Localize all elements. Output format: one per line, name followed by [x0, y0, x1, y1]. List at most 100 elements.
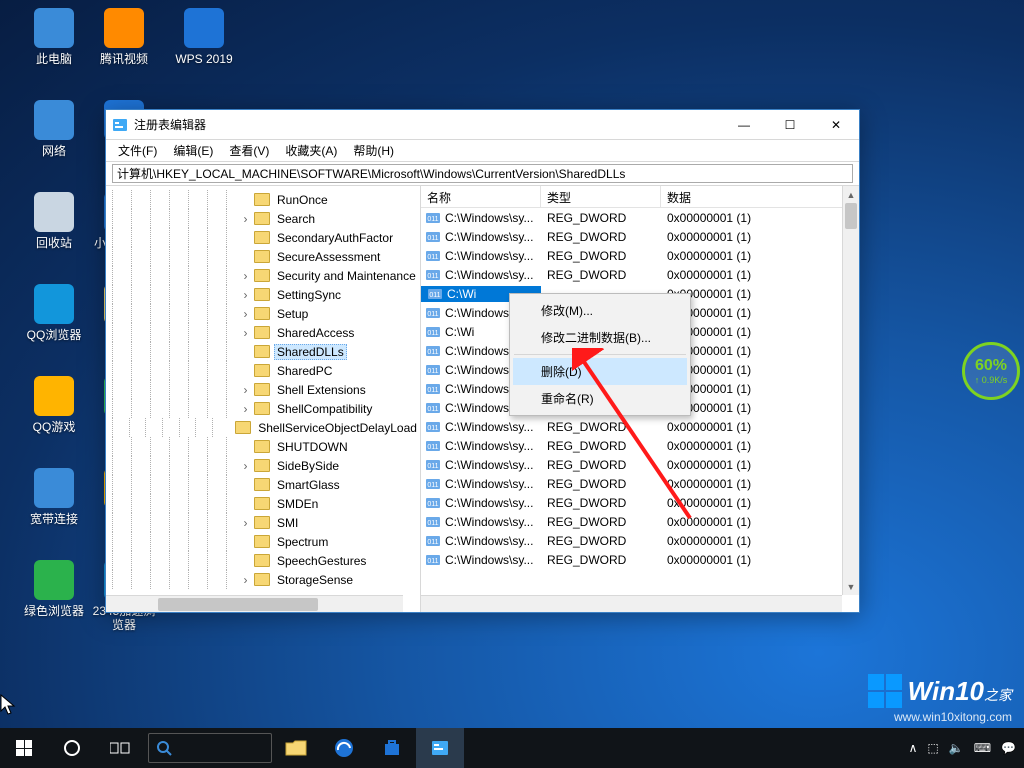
taskbar-app-folder[interactable] [272, 728, 320, 768]
list-row[interactable]: 011C:\Windows\sy...REG_DWORD0x00000001 (… [421, 227, 859, 246]
list-row[interactable]: 011C:\Windows\sy...REG_DWORD0x00000001 (… [421, 265, 859, 284]
col-name[interactable]: 名称 [421, 186, 541, 207]
list-row[interactable]: 011C:\Windows\sy...REG_DWORD0x00000001 (… [421, 436, 859, 455]
tray-network-icon[interactable]: ⬚ [927, 741, 938, 755]
menu-help[interactable]: 帮助(H) [345, 140, 402, 161]
tree-item[interactable]: SpeechGestures [106, 551, 420, 570]
taskbar-app-regedit[interactable] [416, 728, 464, 768]
scroll-up-icon[interactable]: ▲ [843, 186, 859, 203]
tray-volume-icon[interactable]: 🔈 [949, 741, 964, 755]
tree-item[interactable]: ShellServiceObjectDelayLoad [106, 418, 420, 437]
desktop-icon[interactable]: QQ游戏 [22, 376, 86, 434]
menu-view[interactable]: 查看(V) [221, 140, 277, 161]
tree-item[interactable]: SHUTDOWN [106, 437, 420, 456]
system-tray[interactable]: ∧ ⬚ 🔈 ⌨ 💬 [909, 741, 1024, 755]
list-header[interactable]: 名称 类型 数据 [421, 186, 859, 208]
tray-ime-icon[interactable]: ⌨ [974, 741, 991, 755]
reg-dword-icon: 011 [425, 229, 441, 245]
netspeed-widget[interactable]: 60% ↑ 0.9K/s [962, 342, 1020, 400]
list-row[interactable]: 011C:\Windows\sy...REG_DWORD0x00000001 (… [421, 474, 859, 493]
expand-icon[interactable]: › [239, 402, 252, 416]
list-row[interactable]: 011C:\Windows\sy...REG_DWORD0x00000001 (… [421, 550, 859, 569]
expand-icon[interactable]: › [239, 573, 252, 587]
start-button[interactable] [0, 728, 48, 768]
taskbar-app-edge[interactable] [320, 728, 368, 768]
cortana-button[interactable] [48, 728, 96, 768]
expand-icon[interactable]: › [239, 307, 252, 321]
list-row[interactable]: 011C:\Windows\sy...REG_DWORD0x00000001 (… [421, 455, 859, 474]
taskbar[interactable]: ∧ ⬚ 🔈 ⌨ 💬 [0, 728, 1024, 768]
tree-item[interactable]: RunOnce [106, 190, 420, 209]
scroll-down-icon[interactable]: ▼ [843, 578, 859, 595]
tree-hscrollbar[interactable] [106, 595, 403, 612]
menu-edit[interactable]: 编辑(E) [165, 140, 221, 161]
desktop-icon[interactable]: QQ浏览器 [22, 284, 86, 342]
desktop-icon[interactable]: 此电脑 [22, 8, 86, 66]
maximize-button[interactable]: ☐ [767, 110, 813, 140]
tray-notifications-icon[interactable]: 💬 [1001, 741, 1016, 755]
expand-icon[interactable]: › [239, 269, 252, 283]
tray-overflow-icon[interactable]: ∧ [909, 741, 918, 755]
desktop-icon[interactable]: WPS 2019 [172, 8, 236, 66]
svg-text:011: 011 [427, 330, 438, 337]
expand-icon[interactable]: › [239, 459, 252, 473]
context-menu-item[interactable]: 修改(M)... [513, 297, 687, 324]
tree-item[interactable]: ›ShellCompatibility [106, 399, 420, 418]
context-menu-item[interactable]: 重命名(R) [513, 385, 687, 412]
desktop-icon[interactable]: 绿色浏览器 [22, 560, 86, 618]
address-input[interactable] [112, 164, 853, 183]
tree-item[interactable]: SecureAssessment [106, 247, 420, 266]
tree-item[interactable]: SharedDLLs [106, 342, 420, 361]
close-button[interactable]: ✕ [813, 110, 859, 140]
col-data[interactable]: 数据 [661, 186, 859, 207]
tree-item[interactable]: ›StorageSense [106, 570, 420, 589]
value-name: C:\Windows\sy... [445, 249, 541, 263]
expand-icon[interactable]: › [239, 326, 252, 340]
tree-pane[interactable]: RunOnce › Search SecondaryAuthFactorSecureA… [106, 186, 421, 612]
titlebar[interactable]: 注册表编辑器 — ☐ ✕ [106, 110, 859, 140]
tree-item[interactable]: SmartGlass [106, 475, 420, 494]
tree-item[interactable]: ›SMI [106, 513, 420, 532]
desktop-icon[interactable]: 腾讯视频 [92, 8, 156, 66]
list-row[interactable]: 011C:\Windows\sy...REG_DWORD0x00000001 (… [421, 208, 859, 227]
expand-icon[interactable]: › [239, 212, 252, 226]
list-row[interactable]: 011C:\Windows\sy...REG_DWORD0x00000001 (… [421, 531, 859, 550]
desktop-icon[interactable]: 宽带连接 [22, 468, 86, 526]
expand-icon[interactable]: › [239, 288, 252, 302]
list-hscrollbar[interactable] [421, 595, 842, 612]
tree-item[interactable]: ›Shell Extensions [106, 380, 420, 399]
tree-item[interactable]: ›SharedAccess [106, 323, 420, 342]
taskbar-app-store[interactable] [368, 728, 416, 768]
menu-file[interactable]: 文件(F) [110, 140, 165, 161]
tree-item[interactable]: ›SideBySide [106, 456, 420, 475]
list-row[interactable]: 011C:\Windows\sy...REG_DWORD0x00000001 (… [421, 417, 859, 436]
tree-item[interactable]: › SettingSync [106, 285, 420, 304]
desktop-icon[interactable]: 网络 [22, 100, 86, 158]
minimize-button[interactable]: — [721, 110, 767, 140]
tree-item-label: Search [274, 212, 318, 226]
taskview-button[interactable] [96, 728, 144, 768]
value-type: REG_DWORD [541, 439, 661, 453]
expand-icon[interactable]: › [239, 516, 252, 530]
tree-item[interactable]: SecondaryAuthFactor [106, 228, 420, 247]
tree-item[interactable]: › Search [106, 209, 420, 228]
desktop-icon[interactable]: 回收站 [22, 192, 86, 250]
list-vscrollbar[interactable]: ▲ ▼ [842, 186, 859, 595]
tree-item[interactable]: ›Setup [106, 304, 420, 323]
list-row[interactable]: 011C:\Windows\sy...REG_DWORD0x00000001 (… [421, 493, 859, 512]
tree-item[interactable]: Spectrum [106, 532, 420, 551]
expand-icon[interactable]: › [239, 383, 252, 397]
tree-item[interactable]: SMDEn [106, 494, 420, 513]
list-row[interactable]: 011C:\Windows\sy...REG_DWORD0x00000001 (… [421, 512, 859, 531]
tree-item[interactable]: SharedPC [106, 361, 420, 380]
col-type[interactable]: 类型 [541, 186, 661, 207]
taskbar-search[interactable] [148, 733, 272, 763]
context-menu-item[interactable]: 删除(D) [513, 358, 687, 385]
value-name: C:\Windows\sy... [445, 230, 541, 244]
context-menu-item[interactable]: 修改二进制数据(B)... [513, 324, 687, 351]
tree-item[interactable]: ›Security and Maintenance [106, 266, 420, 285]
tree-item-label: SettingSync [274, 288, 344, 302]
netspeed-value: ↑ 0.9K/s [975, 375, 1008, 385]
menu-favorites[interactable]: 收藏夹(A) [277, 140, 345, 161]
list-row[interactable]: 011C:\Windows\sy...REG_DWORD0x00000001 (… [421, 246, 859, 265]
